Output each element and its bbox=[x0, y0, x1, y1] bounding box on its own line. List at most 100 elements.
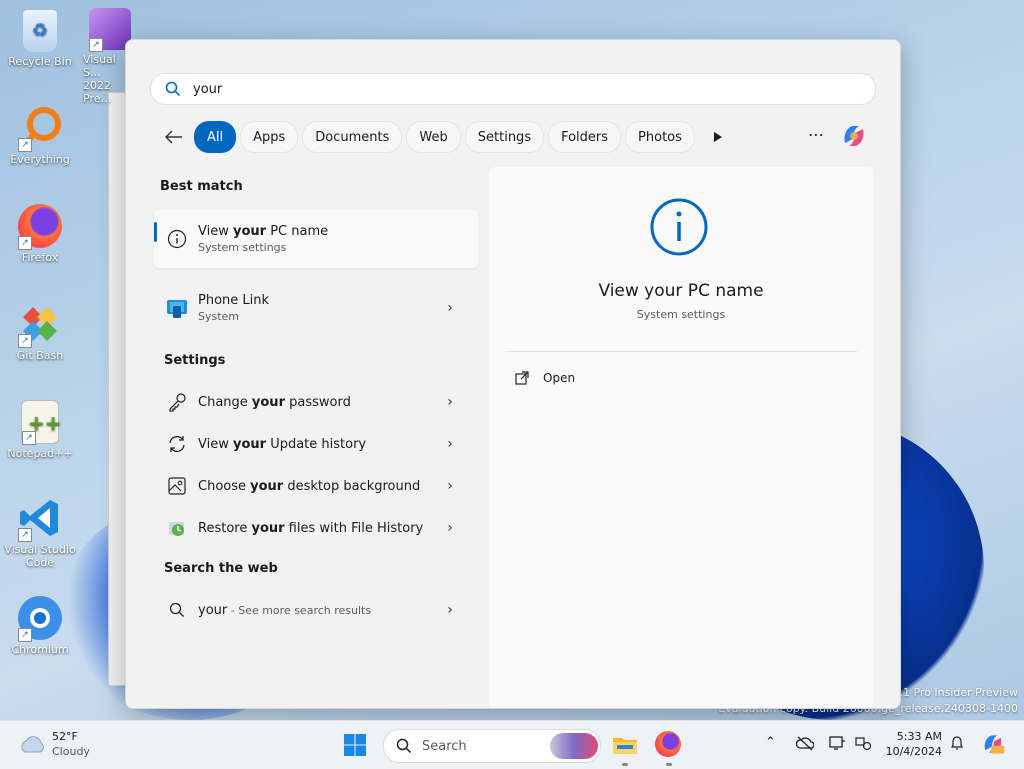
info-icon bbox=[649, 197, 709, 257]
phone-link-subtitle: System bbox=[198, 310, 240, 323]
search-icon bbox=[166, 599, 188, 621]
chevron-right-icon: › bbox=[447, 478, 453, 494]
more-filters-button[interactable] bbox=[703, 122, 733, 152]
settings-result-update-history[interactable]: View your Update history › bbox=[154, 423, 478, 465]
desktop-icon-notepad-plus-plus[interactable]: ++ ↗ Notepad++ bbox=[0, 400, 80, 460]
search-input[interactable] bbox=[191, 80, 795, 98]
desktop-icon-vscode[interactable]: ↗ Visual Studio Code bbox=[0, 496, 80, 569]
chevron-right-icon: › bbox=[447, 300, 453, 316]
best-match-header: Best match bbox=[160, 179, 243, 194]
settings-result-change-password[interactable]: Change your password › bbox=[154, 381, 478, 423]
everything-icon: ↗ bbox=[18, 106, 62, 152]
copilot-icon[interactable] bbox=[839, 121, 869, 151]
desktop-icon-firefox[interactable]: ↗ Firefox bbox=[0, 204, 80, 264]
taskbar-search[interactable]: Search bbox=[383, 729, 601, 763]
show-hidden-icons-button[interactable]: ⌃ bbox=[765, 735, 776, 750]
notifications-bell-icon[interactable] bbox=[949, 735, 965, 755]
desktop-icon-label: Visual Studio Code bbox=[4, 543, 76, 569]
arrow-left-icon bbox=[165, 130, 182, 144]
search-web-header: Search the web bbox=[164, 561, 278, 576]
desktop-icon-chromium[interactable]: ↗ Chromium bbox=[0, 596, 80, 656]
info-icon bbox=[166, 228, 188, 250]
watermark-edition: 11 Pro Insider Preview bbox=[895, 686, 1018, 699]
filter-photos[interactable]: Photos bbox=[625, 121, 695, 153]
image-icon bbox=[166, 475, 188, 497]
play-arrow-icon bbox=[713, 132, 722, 142]
filter-bar: All Apps Documents Web Settings Folders … bbox=[160, 121, 733, 153]
chevron-right-icon: › bbox=[447, 394, 453, 410]
folder-icon bbox=[613, 738, 637, 754]
open-external-icon bbox=[515, 371, 529, 385]
settings-result-file-history[interactable]: Restore your files with File History › bbox=[154, 507, 478, 549]
desktop-icon-label: Recycle Bin bbox=[8, 55, 72, 68]
desktop-icon-label: Visual S… 2022 Pre… bbox=[83, 53, 116, 105]
settings-result-desktop-background[interactable]: Choose your desktop background › bbox=[154, 465, 478, 507]
notepad-plus-plus-icon: ++ ↗ bbox=[21, 400, 62, 445]
filter-documents[interactable]: Documents bbox=[302, 121, 403, 153]
taskbar-file-explorer[interactable] bbox=[611, 731, 639, 766]
preview-pane: View your PC name System settings Open bbox=[489, 167, 873, 708]
clock-date: 10/4/2024 bbox=[885, 745, 942, 758]
filter-folders[interactable]: Folders bbox=[548, 121, 622, 153]
running-indicator bbox=[666, 763, 672, 766]
taskbar: 52°F Cloudy Search ⌃ 5:33 AM 10/4/2024 bbox=[0, 720, 1024, 769]
preview-title: View your PC name bbox=[598, 281, 764, 301]
taskbar-firefox[interactable] bbox=[655, 731, 683, 766]
windows-logo-icon bbox=[344, 734, 366, 756]
desktop-icon-label: Chromium bbox=[11, 643, 69, 656]
web-suffix: - See more search results bbox=[227, 603, 372, 617]
filter-web[interactable]: Web bbox=[406, 121, 461, 153]
search-box[interactable] bbox=[150, 73, 876, 105]
filter-settings[interactable]: Settings bbox=[464, 121, 545, 153]
open-action[interactable]: Open bbox=[515, 371, 575, 385]
more-options-button[interactable]: ⋯ bbox=[804, 125, 828, 149]
preview-divider bbox=[505, 351, 857, 352]
firefox-icon: ↗ bbox=[18, 204, 62, 250]
phone-link-icon bbox=[166, 297, 188, 319]
settings-header: Settings bbox=[164, 353, 226, 368]
search-panel: All Apps Documents Web Settings Folders … bbox=[125, 39, 901, 709]
desktop-icon-everything[interactable]: ↗ Everything bbox=[0, 106, 80, 166]
best-match-subtitle: System settings bbox=[198, 241, 287, 254]
onedrive-offline-icon[interactable] bbox=[795, 735, 815, 755]
weather-condition: Cloudy bbox=[52, 745, 90, 758]
desktop-icon-label: Everything bbox=[10, 153, 70, 166]
web-query: your bbox=[198, 602, 228, 618]
git-bash-icon: ↗ bbox=[18, 302, 62, 348]
desktop-icon-git-bash[interactable]: ↗ Git Bash bbox=[0, 302, 80, 362]
web-search-result[interactable]: your - See more search results › bbox=[154, 589, 478, 631]
search-icon bbox=[396, 738, 412, 754]
running-indicator bbox=[622, 763, 628, 766]
filter-apps[interactable]: Apps bbox=[240, 121, 299, 153]
start-button[interactable] bbox=[343, 733, 367, 757]
file-history-icon bbox=[166, 517, 188, 539]
phone-link-result[interactable]: Phone Link System › bbox=[154, 283, 478, 333]
desktop-icon-visual-studio[interactable]: ↗ Visual S… 2022 Pre… bbox=[77, 8, 131, 105]
chromium-icon: ↗ bbox=[18, 596, 62, 642]
back-button[interactable] bbox=[160, 123, 188, 151]
firefox-icon bbox=[655, 731, 681, 757]
clock[interactable]: 5:33 AM 10/4/2024 bbox=[884, 729, 942, 759]
vscode-icon: ↗ bbox=[18, 496, 62, 542]
desktop-icon-label: Notepad++ bbox=[7, 447, 73, 460]
copilot-preview-icon[interactable] bbox=[980, 731, 1006, 761]
phone-link-title: Phone Link bbox=[198, 293, 270, 308]
chevron-right-icon: › bbox=[447, 520, 453, 536]
best-match-text: View your PC name System settings bbox=[198, 224, 478, 254]
desktop-icon-label: Firefox bbox=[21, 251, 59, 264]
desktop-icon-recycle-bin[interactable]: ♻ Recycle Bin bbox=[0, 10, 80, 68]
key-icon bbox=[166, 391, 188, 413]
filter-all[interactable]: All bbox=[194, 121, 237, 153]
preview-subtitle: System settings bbox=[636, 308, 726, 321]
clock-time: 5:33 AM bbox=[896, 730, 942, 743]
recycle-bin-icon: ♻ bbox=[23, 10, 57, 52]
display-icon[interactable] bbox=[828, 735, 846, 755]
chevron-right-icon: › bbox=[447, 602, 453, 618]
weather-widget[interactable]: 52°F Cloudy bbox=[18, 729, 90, 759]
taskbar-search-label: Search bbox=[422, 738, 467, 754]
best-match-result[interactable]: View your PC name System settings bbox=[154, 210, 478, 268]
open-action-label: Open bbox=[543, 371, 576, 385]
search-icon bbox=[165, 81, 181, 97]
desktop-icon-label: Git Bash bbox=[16, 349, 64, 362]
network-settings-icon[interactable] bbox=[854, 735, 872, 755]
